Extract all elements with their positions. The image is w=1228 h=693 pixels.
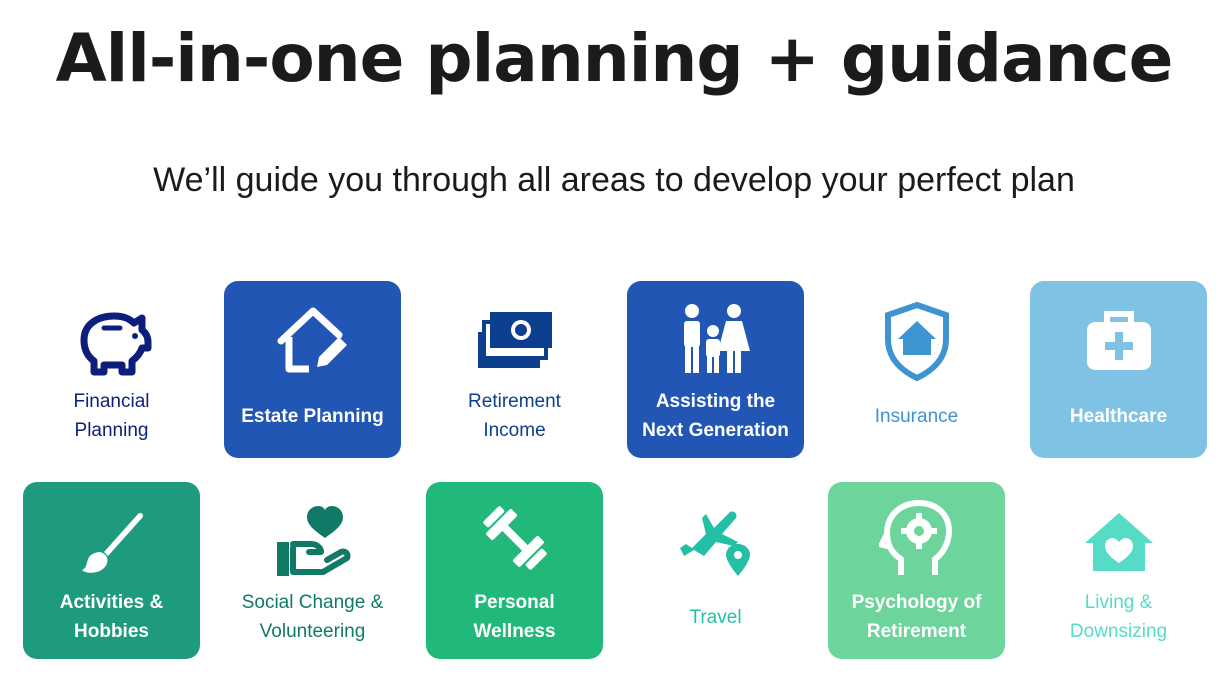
tile-label: Personal Wellness [473,592,556,642]
tile-label: Social Change & Volunteering [241,592,384,642]
tile-estate-planning[interactable]: Estate Planning [224,281,401,458]
tile-insurance[interactable]: Insurance [828,281,1005,458]
tile-label: Activities & Hobbies [59,592,164,642]
dumbbell-icon [426,498,603,578]
tile-label: Financial Planning [73,391,150,441]
house-heart-icon [1030,502,1207,582]
headline: All-in-one planning + guidance [55,20,1174,97]
cash-stack-icon [426,301,603,381]
tile-label: Healthcare [1069,405,1168,427]
tile-living-downsizing[interactable]: Living & Downsizing [1030,482,1207,659]
shield-house-icon [828,301,1005,381]
tile-label: Living & Downsizing [1069,592,1168,642]
subheadline: We’ll guide you through all areas to dev… [153,161,1075,199]
tile-label: Retirement Income [468,391,561,441]
house-pencil-icon [224,301,401,381]
tile-healthcare[interactable]: Healthcare [1030,281,1207,458]
tile-label: Insurance [874,405,959,427]
paintbrush-icon [23,502,200,582]
tile-label: Assisting the Next Generation [642,391,789,441]
tile-label: Estate Planning [241,405,384,427]
tile-financial-planning[interactable]: Financial Planning [23,281,200,458]
tile-retirement-income[interactable]: Retirement Income [426,281,603,458]
piggy-bank-icon [23,301,200,381]
tile-activities-hobbies[interactable]: Activities & Hobbies [23,482,200,659]
head-gear-icon [828,498,1005,578]
tile-travel[interactable]: Travel [627,482,804,659]
tile-personal-wellness[interactable]: Personal Wellness [426,482,603,659]
heart-hand-icon [224,502,401,582]
family-icon [627,299,804,379]
tile-psychology-of-retirement[interactable]: Psychology of Retirement [828,482,1005,659]
tile-social-change-volunteering[interactable]: Social Change & Volunteering [224,482,401,659]
medical-bag-icon [1030,301,1207,381]
tile-assisting-next-generation[interactable]: Assisting the Next Generation [627,281,804,458]
tile-label: Psychology of Retirement [851,592,982,642]
plane-pin-icon [627,502,804,582]
tile-label: Travel [689,606,742,628]
